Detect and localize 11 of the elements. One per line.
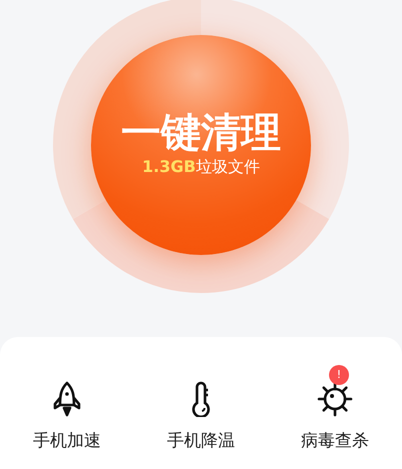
- junk-size-text: 1.3GB垃圾文件: [142, 157, 260, 177]
- virus-icon: [317, 381, 353, 417]
- clean-title: 一键清理: [121, 113, 281, 153]
- tool-label: 病毒查杀: [301, 430, 369, 453]
- tool-item[interactable]: ! 病毒查杀: [268, 361, 402, 454]
- tool-label: 手机加速: [33, 430, 101, 453]
- alert-badge: !: [329, 365, 349, 385]
- tool-item[interactable]: 手机加速: [0, 361, 134, 454]
- tool-item[interactable]: 手机降温: [134, 361, 268, 454]
- rocket-icon: [51, 381, 83, 417]
- tool-label: 手机降温: [167, 430, 235, 453]
